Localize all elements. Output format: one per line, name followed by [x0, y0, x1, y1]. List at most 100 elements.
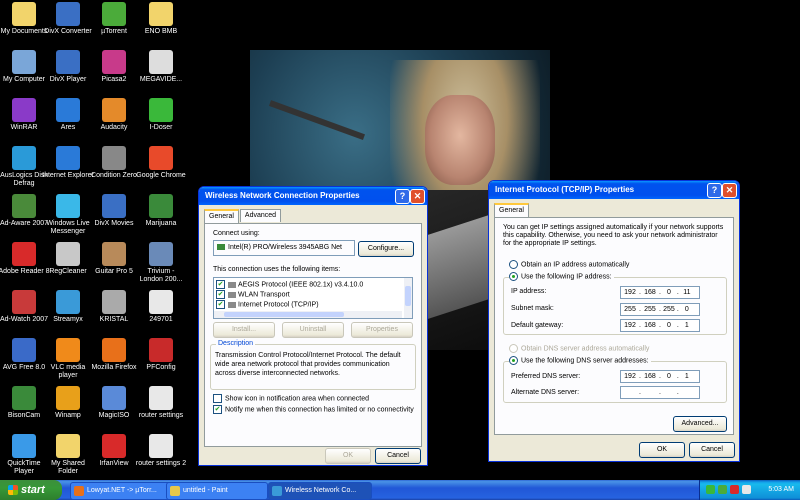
microphone-stand — [268, 100, 365, 141]
desktop-icon[interactable]: Audacity — [88, 98, 140, 132]
item-checkbox[interactable]: ✔ — [216, 280, 225, 289]
protocol-icon — [228, 281, 236, 288]
default-gateway-field[interactable]: 192. 168. 0. 1 — [620, 319, 700, 332]
app-icon — [149, 50, 173, 74]
close-button[interactable]: ✕ — [410, 189, 425, 204]
volume-tray-icon[interactable] — [742, 485, 751, 494]
uninstall-button[interactable]: Uninstall — [282, 322, 344, 338]
desktop-icon[interactable]: router settings — [135, 386, 187, 420]
desktop-icon[interactable]: Windows Live Messenger — [42, 194, 94, 236]
desktop-icon-label: 249701 — [149, 316, 173, 323]
vertical-scrollbar[interactable] — [404, 278, 412, 318]
desktop-icon[interactable]: Internet Explorer — [42, 146, 94, 180]
taskbar-button-firefox[interactable]: Lowyat.NET -> µTorr... — [70, 482, 172, 500]
scrollbar-thumb[interactable] — [405, 286, 411, 306]
desktop-icon[interactable]: Guitar Pro 5 — [88, 242, 140, 276]
obtain-ip-radio[interactable] — [509, 260, 518, 269]
help-button[interactable]: ? — [707, 183, 722, 198]
horizontal-scrollbar[interactable] — [214, 311, 402, 318]
desktop-icon[interactable]: MagicISO — [88, 386, 140, 420]
obtain-dns-radio[interactable] — [509, 344, 518, 353]
desktop-icon[interactable]: µTorrent — [88, 2, 140, 36]
desktop-icon[interactable]: Mozilla Firefox — [88, 338, 140, 372]
desktop-icon[interactable]: Ares — [42, 98, 94, 132]
desktop-icon[interactable]: RegCleaner — [42, 242, 94, 276]
alternate-dns-field[interactable]: ... — [620, 386, 700, 399]
list-item[interactable]: ✔ AEGIS Protocol (IEEE 802.1x) v3.4.10.0 — [216, 280, 363, 290]
desktop-icon[interactable]: I-Doser — [135, 98, 187, 132]
subnet-mask-field[interactable]: 255. 255. 255. 0 — [620, 303, 700, 316]
connect-using-label: Connect using: — [213, 230, 260, 237]
install-button[interactable]: Install... — [213, 322, 275, 338]
cancel-button[interactable]: Cancel — [375, 448, 421, 464]
desktop-icon-label: Audacity — [100, 124, 128, 131]
desktop-icon[interactable]: ENO BMB — [135, 2, 187, 36]
desktop-icon[interactable]: DivX Player — [42, 50, 94, 84]
configure-button[interactable]: Configure... — [358, 241, 414, 257]
ip-address-field[interactable]: 192. 168. 0. 11 — [620, 286, 700, 299]
description-label: Description — [216, 340, 256, 347]
cancel-button[interactable]: Cancel — [689, 442, 735, 458]
network-tray-icon[interactable] — [706, 485, 715, 494]
desktop-icon[interactable]: 249701 — [135, 290, 187, 324]
app-icon — [12, 194, 36, 218]
desktop-icon[interactable]: My Shared Folder — [42, 434, 94, 476]
desktop-icon[interactable]: Marijuana — [135, 194, 187, 228]
ok-button[interactable]: OK — [639, 442, 685, 458]
desktop-icon-label: Google Chrome — [136, 172, 186, 179]
notify-checkbox[interactable]: ✔ — [213, 405, 222, 414]
use-ip-radio[interactable] — [509, 272, 518, 281]
tab-general[interactable]: General — [494, 203, 529, 218]
properties-button[interactable]: Properties — [351, 322, 413, 338]
taskbar-button-wireless[interactable]: Wireless Network Co... — [268, 482, 372, 500]
app-icon — [102, 194, 126, 218]
connection-window-titlebar[interactable]: Wireless Network Connection Properties ?… — [199, 187, 427, 205]
use-dns-option[interactable]: Use the following DNS server addresses: — [509, 356, 651, 365]
ok-button[interactable]: OK — [325, 448, 371, 464]
list-item[interactable]: ✔ Internet Protocol (TCP/IP) — [216, 300, 319, 310]
close-button[interactable]: ✕ — [722, 183, 737, 198]
intro-text: You can get IP settings assigned automat… — [503, 224, 724, 247]
start-button[interactable]: start — [0, 480, 62, 500]
app-icon — [12, 434, 36, 458]
list-item[interactable]: ✔ WLAN Transport — [216, 290, 290, 300]
utorrent-tray-icon[interactable] — [718, 485, 727, 494]
desktop-icon[interactable]: DivX Converter — [42, 2, 94, 36]
desktop-icon[interactable]: KRISTAL — [88, 290, 140, 324]
notify-option[interactable]: ✔ Notify me when this connection has limi… — [213, 405, 414, 414]
scrollbar-thumb[interactable] — [224, 312, 344, 317]
desktop-icon[interactable]: Google Chrome — [135, 146, 187, 180]
use-ip-option[interactable]: Use the following IP address: — [509, 272, 614, 281]
desktop-icon[interactable]: PFConfig — [135, 338, 187, 372]
show-icon-checkbox[interactable] — [213, 394, 222, 403]
item-checkbox[interactable]: ✔ — [216, 300, 225, 309]
tab-advanced[interactable]: Advanced — [239, 209, 282, 222]
desktop-icon[interactable]: IrfanView — [88, 434, 140, 468]
protocol-icon — [228, 291, 236, 298]
desktop-icon[interactable]: Streamyx — [42, 290, 94, 324]
obtain-ip-option[interactable]: Obtain an IP address automatically — [509, 260, 629, 269]
app-icon — [102, 386, 126, 410]
item-checkbox[interactable]: ✔ — [216, 290, 225, 299]
use-dns-radio[interactable] — [509, 356, 518, 365]
advanced-button[interactable]: Advanced... — [673, 416, 727, 432]
preferred-dns-field[interactable]: 192. 168. 0. 1 — [620, 370, 700, 383]
tab-general[interactable]: General — [204, 209, 239, 224]
antivirus-tray-icon[interactable] — [730, 485, 739, 494]
desktop-icon[interactable]: DivX Movies — [88, 194, 140, 228]
desktop-icon[interactable]: VLC media player — [42, 338, 94, 380]
taskbar-button-paint[interactable]: untitled - Paint — [166, 482, 268, 500]
octet: 0 — [666, 322, 671, 329]
obtain-dns-option[interactable]: Obtain DNS server address automatically — [509, 344, 649, 353]
desktop-icon[interactable]: Trivium - London 200... — [135, 242, 187, 284]
desktop-icon[interactable]: Condition Zero — [88, 146, 140, 180]
desktop-icon-label: IrfanView — [99, 460, 129, 467]
desktop-icon[interactable]: Winamp — [42, 386, 94, 420]
help-button[interactable]: ? — [395, 189, 410, 204]
desktop-icon[interactable]: MEGAVIDE... — [135, 50, 187, 84]
tcpip-window-titlebar[interactable]: Internet Protocol (TCP/IP) Properties ? … — [489, 181, 739, 199]
show-icon-option[interactable]: Show icon in notification area when conn… — [213, 394, 369, 403]
desktop-icon[interactable]: router settings 2 — [135, 434, 187, 468]
desktop-icon[interactable]: Picasa2 — [88, 50, 140, 84]
item-label: WLAN Transport — [238, 291, 290, 299]
